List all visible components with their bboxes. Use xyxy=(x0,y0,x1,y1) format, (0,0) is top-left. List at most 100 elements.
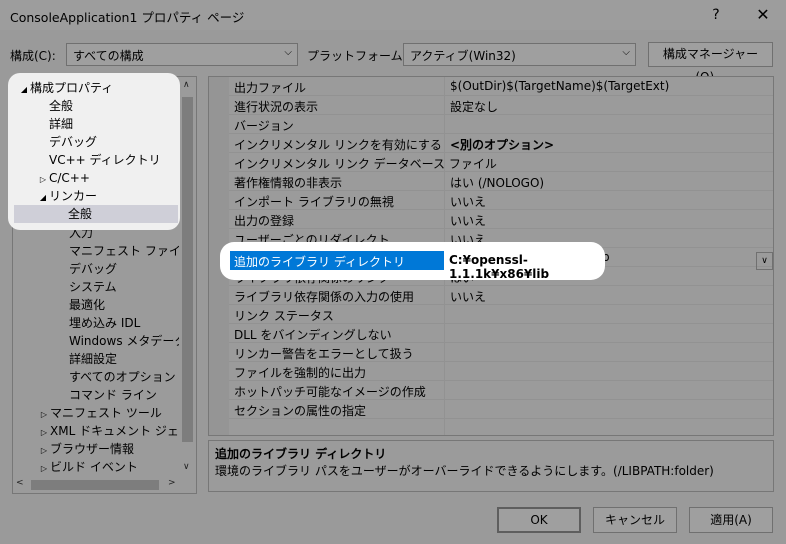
tree-item[interactable]: 全般 xyxy=(56,205,226,223)
description-text: 環境のライブラリ パスをユーザーがオーバーライドできるようにします。(/LIBP… xyxy=(215,464,714,478)
expand-icon[interactable]: ▷ xyxy=(38,460,50,478)
config-manager-button[interactable]: 構成マネージャー(O)... xyxy=(648,42,773,84)
property-value: いいえ xyxy=(450,290,487,304)
tree-item[interactable]: ▷ マニフェスト ツール xyxy=(38,404,196,422)
property-name: インクリメンタル リンク データベース ファイル xyxy=(234,157,497,171)
tree-item[interactable]: コマンド ライン xyxy=(57,386,196,404)
tree-item[interactable]: ◢リンカー xyxy=(37,187,207,205)
property-row[interactable]: 進行状況の表示 設定なし xyxy=(229,96,773,115)
property-name: バージョン xyxy=(234,119,294,133)
property-value: $(OutDir)$(TargetName)$(TargetExt) xyxy=(450,79,670,93)
property-row[interactable]: リンカー警告をエラーとして扱う xyxy=(229,343,773,362)
config-label: 構成(C): xyxy=(10,49,56,63)
tree-item-label: 全般 xyxy=(68,207,93,221)
property-name: DLL をバインディングしない xyxy=(234,328,392,342)
collapse-icon[interactable]: ◢ xyxy=(18,81,30,99)
description-title: 追加のライブラリ ディレクトリ xyxy=(215,447,387,461)
tree-item[interactable]: デバッグ xyxy=(57,260,196,278)
selected-property-callout: 追加のライブラリ ディレクトリ C:¥openssl-1.1.1k¥x86¥li… xyxy=(220,242,605,281)
tree-item[interactable]: システム xyxy=(57,278,196,296)
property-row[interactable]: 出力の登録 いいえ xyxy=(229,210,773,229)
property-row[interactable]: ホットパッチ可能なイメージの作成 xyxy=(229,381,773,400)
property-name: リンク ステータス xyxy=(234,309,334,323)
tree-item-label: XML ドキュメント ジェネレー xyxy=(50,424,196,438)
property-row[interactable]: インクリメンタル リンク データベース ファイル xyxy=(229,153,773,172)
property-name: リンカー警告をエラーとして扱う xyxy=(234,347,414,361)
property-name: インポート ライブラリの無視 xyxy=(234,195,394,209)
tree-item-label: 全般 xyxy=(49,99,74,113)
collapse-icon[interactable]: ◢ xyxy=(37,189,49,207)
tree-item[interactable]: ▷ ブラウザー情報 xyxy=(38,440,196,458)
tree-item[interactable]: マニフェスト ファイル xyxy=(57,242,196,260)
property-row[interactable]: リンク ステータス xyxy=(229,305,773,324)
title-bar: ConsoleApplication1 プロパティ ページ ? ✕ xyxy=(0,0,786,30)
selected-property-value[interactable]: C:¥openssl-1.1.1k¥x86¥lib xyxy=(449,253,605,281)
tree-highlight-callout: ◢ 構成プロパティ 全般 詳細 デバッグ VC++ ディレクトリ ▷ C/C++ ◢ リンカー 全般 xyxy=(8,73,180,230)
tree-item-label: Windows メタデータ xyxy=(69,334,187,348)
property-row[interactable]: バージョン xyxy=(229,115,773,134)
selected-property-name[interactable]: 追加のライブラリ ディレクトリ xyxy=(230,251,444,270)
property-name: 進行状況の表示 xyxy=(234,100,319,114)
property-dropdown-button[interactable]: ∨ xyxy=(756,252,773,270)
tree-item-label: 最適化 xyxy=(69,298,106,312)
tree-horizontal-scrollbar[interactable]: < > xyxy=(13,477,179,493)
apply-button[interactable]: 適用(A) xyxy=(689,507,773,533)
tree-item-label: コマンド ライン xyxy=(69,388,157,402)
ok-button[interactable]: OK xyxy=(497,507,581,533)
tree-item[interactable]: 最適化 xyxy=(57,296,196,314)
tree-item[interactable]: 埋め込み IDL xyxy=(57,314,196,332)
property-value: いいえ xyxy=(450,195,487,209)
property-row[interactable]: 出力ファイル $(OutDir)$(TargetName)$(TargetExt) xyxy=(229,77,773,96)
property-name: 出力ファイル xyxy=(234,81,307,95)
window-title: ConsoleApplication1 プロパティ ページ xyxy=(10,10,245,25)
tree-item-label: すべてのオプション xyxy=(69,370,176,384)
property-name: セクションの属性の指定 xyxy=(234,404,367,418)
property-value: <別のオプション> xyxy=(450,138,555,152)
tree-item[interactable]: デバッグ xyxy=(37,133,207,151)
property-row[interactable]: DLL をバインディングしない xyxy=(229,324,773,343)
tree-item[interactable]: 全般 xyxy=(37,97,207,115)
property-name: 著作権情報の非表示 xyxy=(234,176,343,190)
property-row[interactable]: インクリメンタル リンクを有効にする <別のオプション> xyxy=(229,134,773,153)
property-row[interactable]: セクションの属性の指定 xyxy=(229,400,773,419)
tree-item-label: VC++ ディレクトリ xyxy=(49,153,161,167)
tree-item[interactable]: 詳細設定 xyxy=(57,350,196,368)
tree-item-label: マニフェスト ツール xyxy=(50,406,162,420)
property-value: はい (/NOLOGO) xyxy=(450,176,545,190)
config-select-value: すべての構成 xyxy=(73,49,144,63)
tree-item-label: ブラウザー情報 xyxy=(50,442,135,456)
tree-item[interactable]: ▷C/C++ xyxy=(37,169,207,187)
tree-item[interactable]: VC++ ディレクトリ xyxy=(37,151,207,169)
property-name: ファイルを強制的に出力 xyxy=(234,366,367,380)
tree-item-label: システム xyxy=(69,280,117,294)
property-row[interactable]: ライブラリ依存関係の入力の使用 いいえ xyxy=(229,286,773,305)
chevron-down-icon: ∨ xyxy=(761,256,768,266)
tree-item[interactable]: 詳細 xyxy=(37,115,207,133)
tree-item[interactable]: ▷ ビルド イベント xyxy=(38,458,196,478)
tree-item-label: マニフェスト ファイル xyxy=(69,244,193,258)
cancel-button[interactable]: キャンセル xyxy=(593,507,677,533)
tree-item-label: 詳細設定 xyxy=(69,352,118,366)
help-button[interactable]: ? xyxy=(702,2,730,28)
platform-select[interactable]: アクティブ(Win32) ⌵ xyxy=(403,43,636,66)
tree-item-label: 詳細 xyxy=(49,117,74,131)
property-row[interactable]: 著作権情報の非表示 はい (/NOLOGO) xyxy=(229,172,773,191)
property-value: 設定なし xyxy=(450,100,499,114)
tree-item[interactable]: すべてのオプション xyxy=(57,368,196,386)
scroll-left-icon[interactable]: < xyxy=(16,478,24,488)
description-panel: 追加のライブラリ ディレクトリ 環境のライブラリ パスをユーザーがオーバーライド… xyxy=(208,440,774,492)
tree-item-label: 埋め込み IDL xyxy=(69,316,141,330)
tree-hscroll-thumb[interactable] xyxy=(31,480,159,490)
tree-item[interactable]: ◢構成プロパティ xyxy=(18,79,188,97)
close-button[interactable]: ✕ xyxy=(748,2,778,28)
scroll-right-icon[interactable]: > xyxy=(168,478,176,488)
tree-item[interactable]: Windows メタデータ xyxy=(57,332,196,350)
tree-item-label: デバッグ xyxy=(49,135,98,149)
config-select[interactable]: すべての構成 ⌵ xyxy=(66,43,298,66)
tree-item-label: C/C++ xyxy=(49,171,90,185)
tree-item[interactable]: ▷XML ドキュメント ジェネレー xyxy=(38,422,196,440)
property-row[interactable]: ファイルを強制的に出力 xyxy=(229,362,773,381)
property-value: いいえ xyxy=(450,214,487,228)
scroll-down-icon[interactable]: ∨ xyxy=(183,462,190,472)
property-row[interactable]: インポート ライブラリの無視 いいえ xyxy=(229,191,773,210)
